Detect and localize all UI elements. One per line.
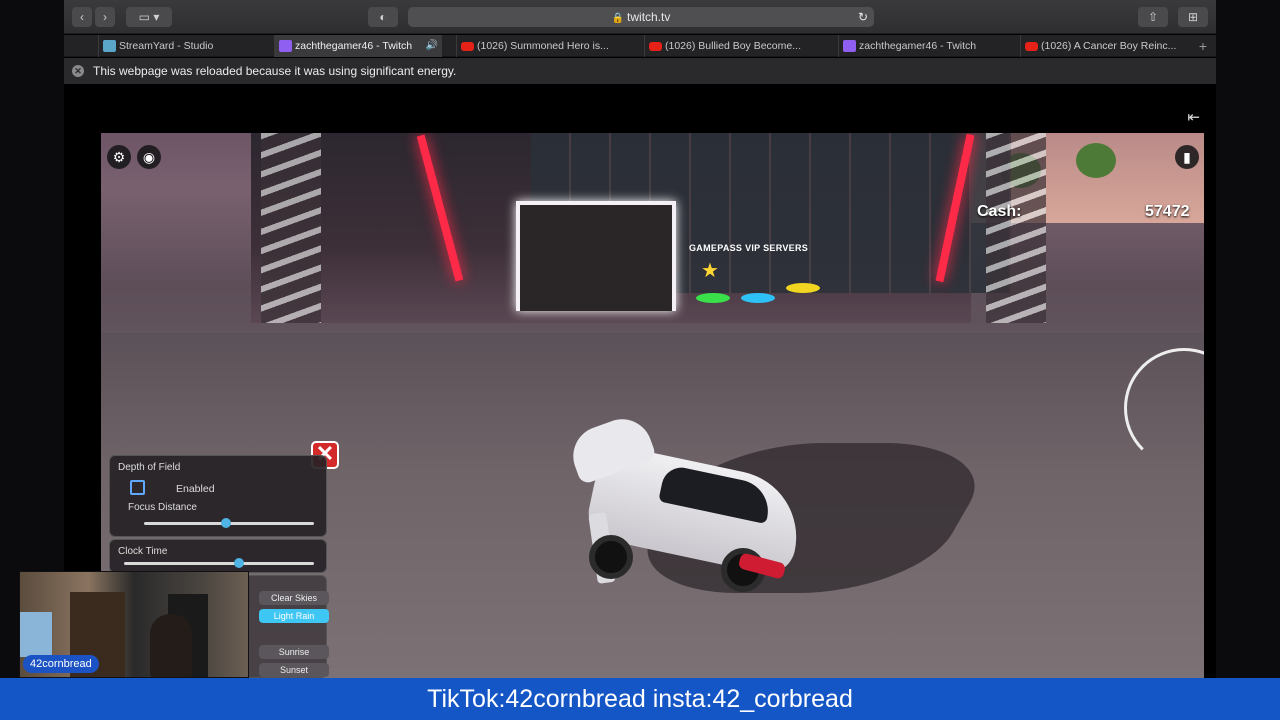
light-rain-button[interactable]: Light Rain [259,609,329,623]
url-text: twitch.tv [627,10,671,24]
reload-icon[interactable]: ↻ [858,7,868,27]
sidebar-toggle-button[interactable]: ▭ ▾ [126,7,172,27]
yellow-pad [786,283,820,293]
tree [1076,143,1116,178]
blue-pad [741,293,775,303]
car-wheel [589,535,633,579]
speaker-icon[interactable]: 🔊 [426,35,438,57]
close-notice-icon[interactable]: ✕ [72,65,84,77]
tab-overview-button[interactable]: ⊞ [1178,7,1208,27]
green-pad [696,293,730,303]
twitch-icon [279,40,292,52]
clock-time-slider[interactable] [124,558,314,568]
camera-icon[interactable]: ◉ [137,145,161,169]
sunset-button[interactable]: Sunset [259,663,329,677]
tab-youtube-2[interactable]: (1026) Bullied Boy Become... [644,35,824,57]
focus-distance-slider[interactable] [144,518,314,528]
leaderboard-icon[interactable]: ▮ [1175,145,1199,169]
clock-time-label: Clock Time [118,546,168,557]
tab-youtube-3[interactable]: (1026) A Cancer Boy Reinc... [1020,35,1192,57]
monitor [20,612,52,657]
forward-button[interactable]: › [95,7,115,27]
star-icon: ★ [701,260,719,282]
notice-text: This webpage was reloaded because it was… [93,64,457,78]
enabled-label: Enabled [176,483,215,495]
tab-streamyard[interactable]: StreamYard - Studio [98,35,250,57]
tab-label: zachthegamer46 - Twitch [295,40,413,52]
tab-label: (1026) A Cancer Boy Reinc... [1041,40,1177,52]
tab-label: StreamYard - Studio [119,40,214,52]
entrance-arch [516,201,676,311]
tab-bar: StreamYard - Studio zachthegamer46 - Twi… [64,35,1216,57]
reload-notice: ✕ This webpage was reloaded because it w… [64,58,1216,84]
youtube-icon [1025,42,1038,51]
browser-toolbar: ‹ › ▭ ▾ ◐ 🔒 twitch.tv ↻ ⇧ ⊞ [64,0,1216,34]
tab-twitch-active[interactable]: zachthegamer46 - Twitch 🔊 [274,35,442,57]
player-car[interactable] [564,410,811,593]
sunrise-button[interactable]: Sunrise [259,645,329,659]
vip-servers-text: VIP SERVERS [745,243,809,253]
settings-gear-icon[interactable]: ⚙ [107,145,131,169]
tab-label: (1026) Bullied Boy Become... [665,40,801,52]
game-viewport[interactable]: GAMEPASS VIP SERVERS ★ ⚙ ◉ ▮ Cash: 57472… [101,133,1204,678]
cash-label: Cash: [977,203,1022,220]
wall-light [261,133,321,323]
gamepass-sign: GAMEPASS VIP SERVERS [689,243,808,253]
lock-icon: 🔒 [611,13,625,24]
streamer [150,614,192,677]
share-button[interactable]: ⇧ [1138,7,1168,27]
social-banner: TikTok:42cornbread insta:42_corbread [0,678,1280,720]
focus-distance-label: Focus Distance [128,502,197,513]
new-tab-button[interactable]: + [1192,35,1214,57]
slider-knob[interactable] [234,558,245,568]
tab-label: zachthegamer46 - Twitch [859,40,977,52]
twitch-icon [843,40,856,52]
collapse-chat-icon[interactable]: ⇤ [1187,108,1200,126]
youtube-icon [461,42,474,51]
dof-title: Depth of Field [118,462,181,473]
slider-knob[interactable] [220,518,231,528]
clear-skies-button[interactable]: Clear Skies [259,591,329,605]
webcam-name-tag: 42cornbread [23,655,99,673]
tab-youtube-1[interactable]: (1026) Summoned Hero is... [456,35,636,57]
neon-pillar [416,134,464,282]
tab-twitch-2[interactable]: zachthegamer46 - Twitch [838,35,1018,57]
streamyard-icon [103,40,116,52]
cash-value: 57472 [1145,203,1190,220]
youtube-icon [649,42,662,51]
address-bar[interactable]: 🔒 twitch.tv ↻ [408,7,874,27]
depth-of-field-box: Depth of Field Enabled Focus Distance [109,455,327,537]
enabled-checkbox[interactable] [130,480,145,495]
clock-time-box: Clock Time [109,539,327,573]
wall-light [986,133,1046,323]
privacy-shield-icon[interactable]: ◐ [368,7,398,27]
gamepass-text: GAMEPASS [689,243,743,253]
tab-label: (1026) Summoned Hero is... [477,40,609,52]
back-button[interactable]: ‹ [72,7,92,27]
